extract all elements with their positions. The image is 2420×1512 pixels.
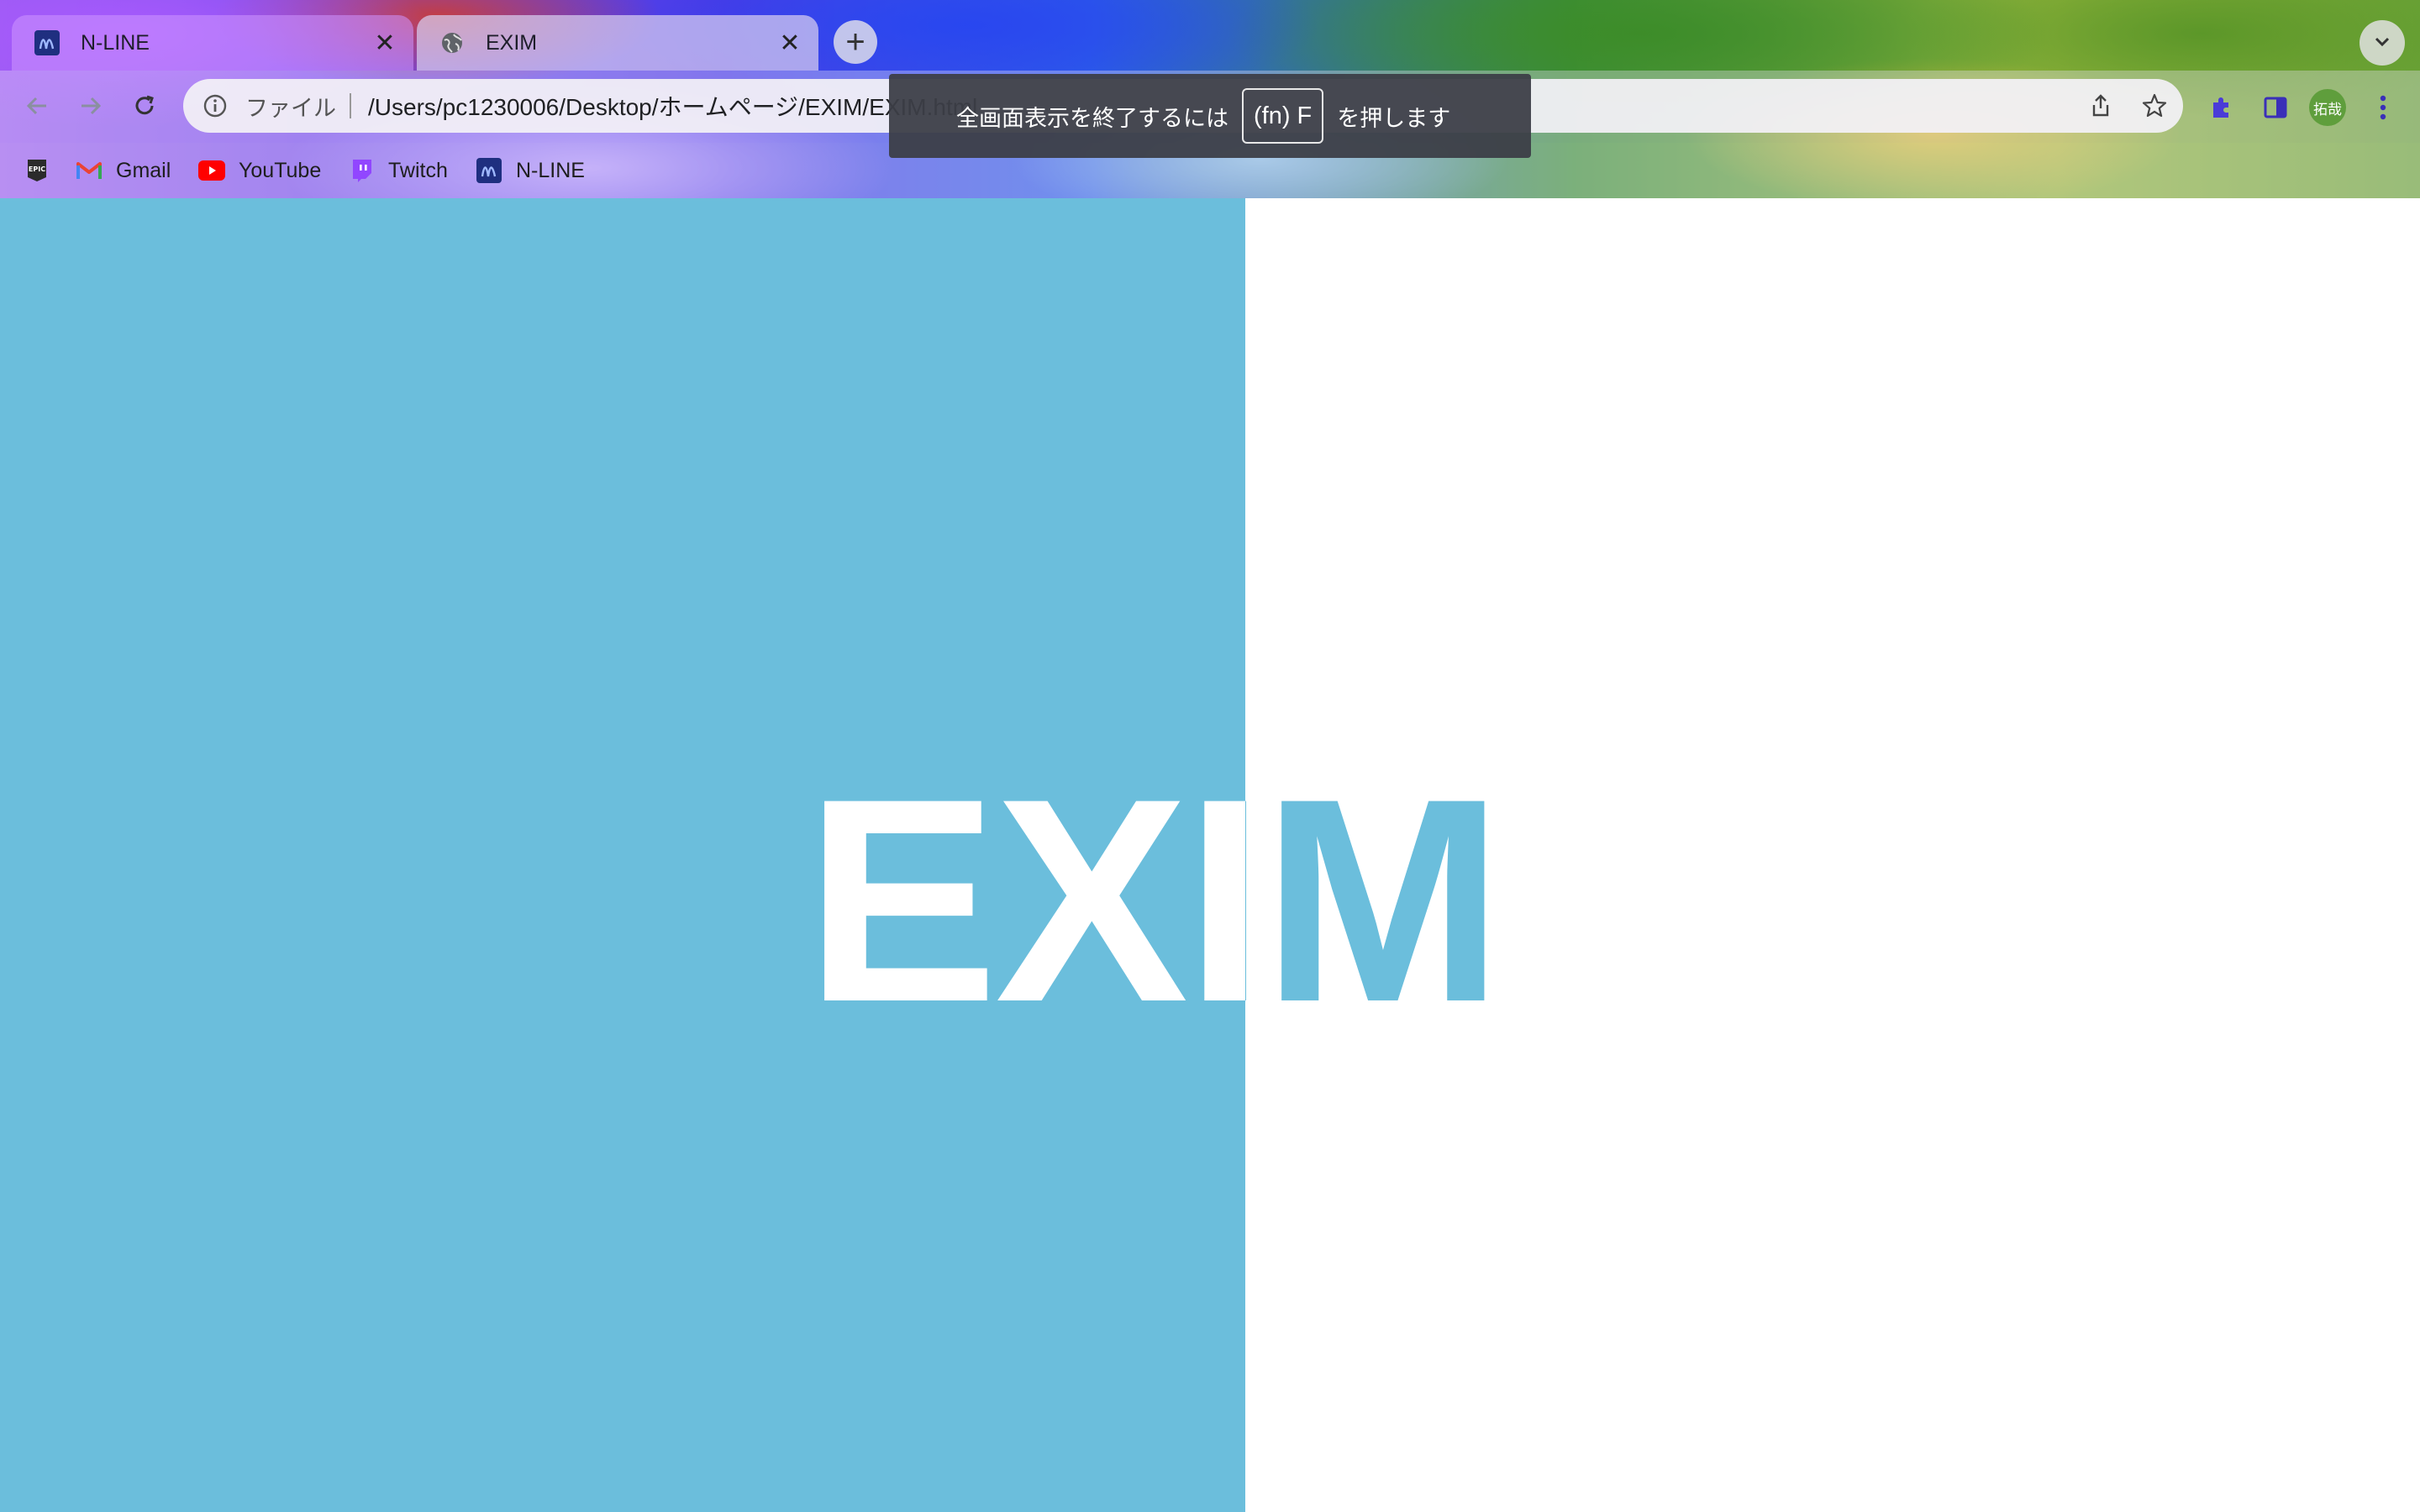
- tab-n-line[interactable]: N-LINE ✕: [12, 15, 413, 71]
- bookmark-epic-games[interactable]: EPIC: [24, 155, 64, 186]
- menu-dots-icon[interactable]: [2365, 89, 2402, 126]
- svg-text:EPIC: EPIC: [29, 165, 45, 173]
- bookmark-label: Twitch: [388, 158, 448, 182]
- epic-games-icon: EPIC: [24, 157, 50, 184]
- toast-text-after: を押します: [1337, 105, 1451, 131]
- bookmark-label: YouTube: [239, 158, 322, 182]
- scheme-label: ファイル: [245, 95, 336, 121]
- n-line-icon: [34, 29, 60, 56]
- tab-search-button[interactable]: [2360, 20, 2405, 66]
- fullscreen-exit-toast: 全画面表示を終了するには (fn) F を押します: [889, 74, 1531, 158]
- bookmark-youtube[interactable]: YouTube: [198, 155, 321, 186]
- reload-icon: [130, 92, 159, 124]
- n-line-icon: [476, 157, 502, 184]
- close-icon[interactable]: ✕: [773, 26, 807, 60]
- bookmark-gmail[interactable]: Gmail: [76, 155, 171, 186]
- chevron-down-icon: [2372, 31, 2392, 55]
- back-button[interactable]: [17, 87, 57, 128]
- forward-button[interactable]: [71, 87, 111, 128]
- bookmark-label: Gmail: [116, 158, 171, 182]
- new-tab-button[interactable]: +: [834, 20, 877, 64]
- side-panel-icon[interactable]: [2257, 89, 2294, 126]
- extensions-icon[interactable]: [2203, 89, 2240, 126]
- toast-text-before: 全画面表示を終了するには: [956, 105, 1228, 131]
- profile-avatar[interactable]: 拓哉: [2309, 89, 2346, 126]
- star-icon[interactable]: [2138, 89, 2171, 123]
- arrow-left-icon: [23, 92, 51, 124]
- gmail-icon: [76, 157, 103, 184]
- reload-button[interactable]: [124, 87, 165, 128]
- info-icon[interactable]: [200, 91, 230, 121]
- url-text[interactable]: /Users/pc1230006/Desktop/ホームページ/EXIM/EXI…: [368, 89, 977, 123]
- youtube-icon: [198, 157, 225, 184]
- bookmark-twitch[interactable]: Twitch: [348, 155, 448, 186]
- close-icon[interactable]: ✕: [368, 26, 402, 60]
- twitch-icon: [348, 157, 375, 184]
- tab-exim[interactable]: EXIM ✕: [417, 15, 818, 71]
- tab-title: EXIM: [486, 30, 538, 55]
- tab-title: N-LINE: [81, 30, 150, 55]
- bookmark-label: N-LINE: [516, 158, 585, 182]
- bookmark-n-line[interactable]: N-LINE: [476, 155, 585, 186]
- arrow-right-icon: [76, 92, 105, 124]
- share-icon[interactable]: [2084, 89, 2118, 123]
- toast-key-hint: (fn) F: [1242, 88, 1324, 144]
- separator: [350, 93, 351, 118]
- page-content: EXIM EXIM: [0, 198, 2420, 1512]
- globe-icon: [439, 29, 466, 56]
